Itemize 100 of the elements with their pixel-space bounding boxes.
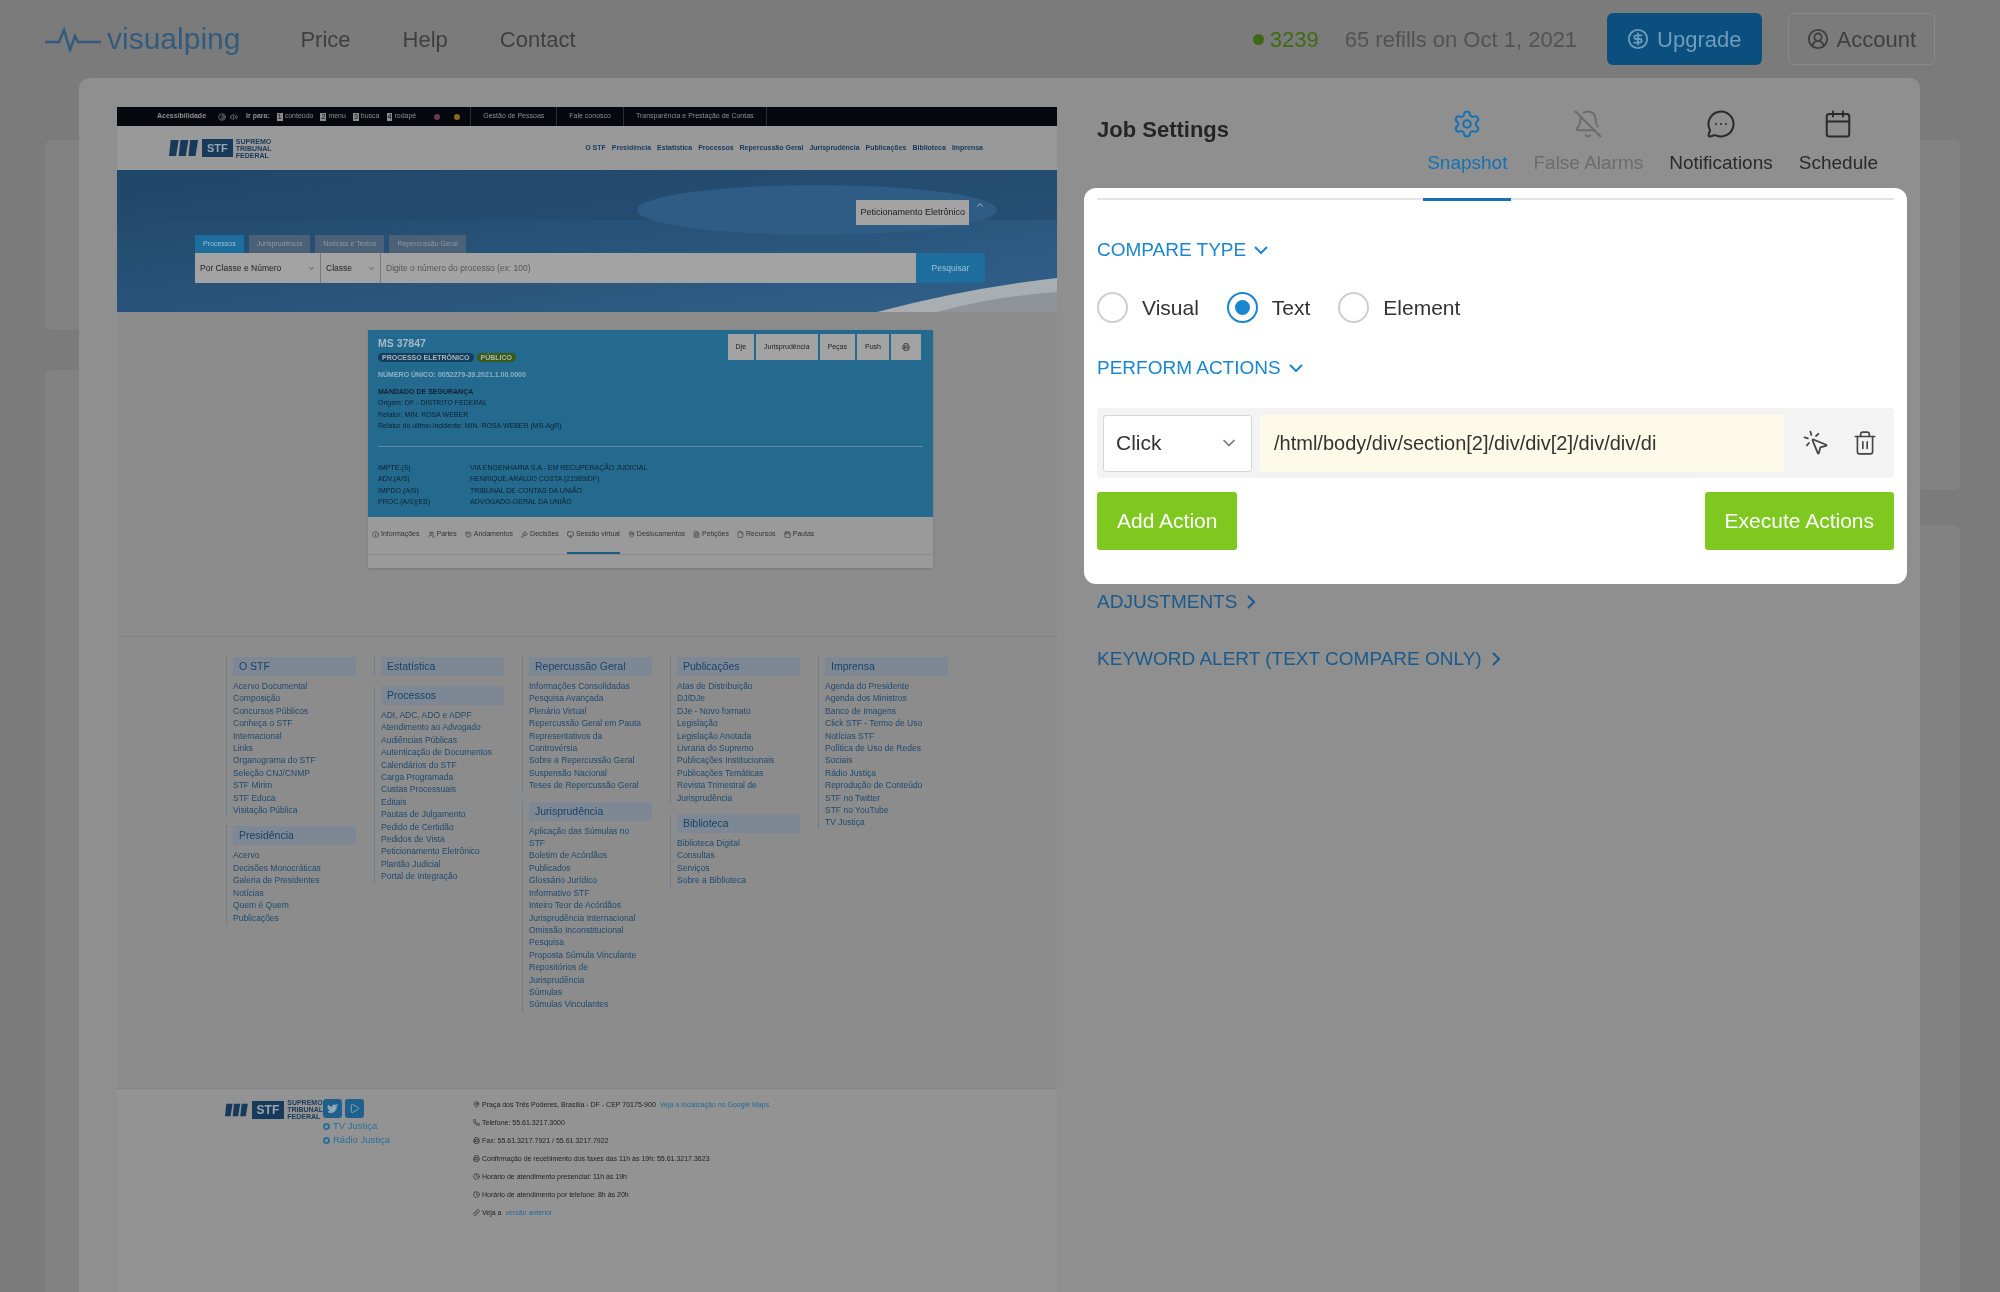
twitter-icon[interactable] bbox=[323, 1099, 342, 1118]
chevron-up-icon[interactable] bbox=[975, 200, 985, 210]
sitemap-link[interactable]: Seleção CNJ/CNMP bbox=[233, 766, 348, 780]
sitemap-link[interactable]: Organograma do STF bbox=[233, 754, 348, 767]
sitemap-link[interactable]: Carga Programada bbox=[381, 771, 496, 784]
nav-link[interactable]: Price bbox=[300, 22, 351, 56]
nav-link[interactable]: Contact bbox=[499, 22, 576, 56]
sitemap-link[interactable]: Atendimento ao Advogado bbox=[381, 721, 496, 734]
sitemap-link[interactable]: Boletim de Acórdãos Publicados bbox=[529, 849, 644, 875]
sitemap-link[interactable]: Composição bbox=[233, 692, 348, 705]
sitemap-link[interactable]: Pesquisa Avançada bbox=[529, 692, 644, 705]
section-toggle[interactable]: ADJUSTMENTS bbox=[1097, 588, 1256, 617]
nav-link[interactable]: Help bbox=[402, 22, 448, 56]
sitemap-link[interactable]: Revista Trimestral de Jurisprudência bbox=[677, 779, 792, 805]
sitemap-link[interactable]: Publicações Temáticas bbox=[677, 766, 792, 780]
sitemap-link[interactable]: Links bbox=[233, 742, 348, 755]
e-filing-button[interactable]: Peticionamento Eletrônico bbox=[856, 200, 969, 225]
sitemap-link[interactable]: STF no Twitter bbox=[825, 791, 940, 805]
section-toggle[interactable]: KEYWORD ALERT (TEXT COMPARE ONLY) bbox=[1097, 644, 1500, 673]
settings-tab[interactable]: Notifications bbox=[1665, 109, 1777, 201]
sitemap-link[interactable]: Repositórios de Jurisprudência bbox=[529, 961, 644, 986]
execute-actions-button[interactable]: Execute Actions bbox=[1704, 492, 1894, 550]
sitemap-link[interactable]: Pautas de Julgamento bbox=[381, 808, 496, 821]
sitemap-link[interactable]: Proposta Súmula Vinculante bbox=[529, 948, 644, 962]
sitemap-link[interactable]: Suspensão Nacional bbox=[529, 766, 644, 780]
sitemap-link[interactable]: Click STF - Termo de Uso bbox=[825, 717, 940, 730]
sitemap-link[interactable]: Serviços bbox=[677, 861, 792, 875]
sitemap-link[interactable]: Pedido de Certidão bbox=[381, 820, 496, 834]
class-select[interactable]: Classe bbox=[321, 253, 381, 283]
sitemap-link[interactable]: DJe - Novo formato bbox=[677, 704, 792, 718]
search-button[interactable]: Pesquisar bbox=[916, 253, 985, 283]
sitemap-link[interactable]: Concursos Públicos bbox=[233, 704, 348, 718]
action-type-select[interactable]: Click bbox=[1103, 414, 1252, 472]
sitemap-link[interactable]: Omissão Inconstitucional bbox=[529, 923, 644, 937]
delete-icon[interactable] bbox=[1852, 430, 1878, 456]
contrast-icon[interactable] bbox=[218, 112, 227, 121]
compare-type-radio[interactable]: Element bbox=[1338, 292, 1461, 324]
sitemap-link[interactable]: Galeria de Presidentes bbox=[233, 874, 348, 887]
sitemap-link[interactable]: TV Justiça bbox=[825, 816, 940, 829]
sitemap-link[interactable]: Autenticação de Documentos bbox=[381, 746, 496, 759]
add-action-button[interactable]: Add Action bbox=[1097, 492, 1238, 550]
sitemap-link[interactable]: Legislação bbox=[677, 717, 792, 730]
compare-type-radio[interactable]: Visual bbox=[1097, 292, 1199, 324]
sitemap-link[interactable]: Quem é Quem bbox=[233, 899, 348, 912]
sitemap-link[interactable]: Glossário Jurídico bbox=[529, 874, 644, 887]
sitemap-link[interactable]: Audiências Públicas bbox=[381, 733, 496, 747]
sitemap-link[interactable]: ADI, ADC, ADO e ADPF bbox=[381, 709, 496, 722]
sitemap-link[interactable]: Decisões Monocráticas bbox=[233, 861, 348, 875]
sitemap-link[interactable]: Reprodução de Conteúdo bbox=[825, 779, 940, 792]
sitemap-link[interactable]: Biblioteca Digital bbox=[677, 837, 792, 850]
sitemap-link[interactable]: Agenda do Presidente bbox=[825, 680, 940, 693]
sitemap-link[interactable]: Informativo STF bbox=[529, 886, 644, 900]
sitemap-link[interactable]: Internacional bbox=[233, 729, 348, 743]
upgrade-button[interactable]: Upgrade bbox=[1607, 13, 1762, 65]
settings-tab[interactable]: Schedule bbox=[1794, 109, 1882, 201]
media-link[interactable]: TV Justiça bbox=[333, 1120, 378, 1132]
media-link[interactable]: Rádio Justiça bbox=[333, 1134, 391, 1146]
sitemap-link[interactable]: Teses de Repercussão Geral bbox=[529, 779, 644, 792]
sitemap-link[interactable]: Repercussão Geral em Pauta bbox=[529, 717, 644, 730]
sitemap-link[interactable]: Peticionamento Eletrônico bbox=[381, 845, 496, 858]
sitemap-link[interactable]: Custas Processuais bbox=[381, 783, 496, 796]
sitemap-link[interactable]: Acervo Documental bbox=[233, 680, 348, 693]
sitemap-link[interactable]: STF no YouTube bbox=[825, 804, 940, 817]
cursor-click-icon[interactable] bbox=[1802, 429, 1830, 457]
sound-icon[interactable] bbox=[230, 112, 239, 121]
sitemap-link[interactable]: Inteiro Teor de Acórdãos bbox=[529, 899, 644, 912]
sitemap-link[interactable]: Conheça o STF bbox=[233, 717, 348, 730]
sitemap-link[interactable]: Rádio Justiça bbox=[825, 766, 940, 780]
sitemap-link[interactable]: Notícias STF bbox=[825, 729, 940, 743]
process-number-field[interactable]: Digite o número do processo (ex: 100) bbox=[381, 253, 916, 283]
play-icon[interactable] bbox=[345, 1099, 364, 1118]
print-button[interactable] bbox=[891, 334, 921, 360]
flag-icon[interactable] bbox=[454, 113, 461, 120]
sitemap-link[interactable]: Plenário Virtual bbox=[529, 704, 644, 718]
sitemap-link[interactable]: Notícias bbox=[233, 886, 348, 900]
account-button[interactable]: Account bbox=[1787, 13, 1935, 65]
sitemap-link[interactable]: Jurisprudência Internacional bbox=[529, 911, 644, 924]
sitemap-link[interactable]: Pedidos de Vista bbox=[381, 833, 496, 846]
selector-field[interactable]: /html/body/div/section[2]/div/div[2]/div/div/di bbox=[1260, 414, 1784, 472]
type-select[interactable]: Por Classe e Número bbox=[195, 253, 321, 283]
sitemap-link[interactable]: Representativos da Controvérsia bbox=[529, 729, 644, 755]
sitemap-link[interactable]: Súmulas bbox=[529, 985, 644, 999]
sitemap-link[interactable]: STF Mirim bbox=[233, 779, 348, 792]
sitemap-link[interactable]: STF Educa bbox=[233, 791, 348, 805]
sitemap-link[interactable]: Agenda dos Ministros bbox=[825, 692, 940, 705]
sitemap-link[interactable]: Publicações bbox=[233, 911, 348, 924]
sitemap-link[interactable]: Portal de Integração bbox=[381, 870, 496, 883]
compare-type-radio[interactable]: Text bbox=[1226, 292, 1311, 324]
sitemap-link[interactable]: Visitação Pública bbox=[233, 804, 348, 817]
sitemap-link[interactable]: Publicações Institucionais bbox=[677, 754, 792, 767]
sitemap-link[interactable]: Plantão Judicial bbox=[381, 857, 496, 871]
sitemap-link[interactable]: Política de Uso de Redes Sociais bbox=[825, 742, 940, 767]
flag-icon[interactable] bbox=[434, 113, 441, 120]
sitemap-link[interactable]: Aplicação das Súmulas no STF bbox=[529, 824, 644, 850]
sitemap-link[interactable]: Sobre a Repercussão Geral bbox=[529, 754, 644, 767]
sitemap-link[interactable]: Legislação Anotada bbox=[677, 729, 792, 743]
sitemap-link[interactable]: Editais bbox=[381, 795, 496, 809]
sitemap-link[interactable]: DJ/DJe bbox=[677, 692, 792, 705]
compare-type-toggle[interactable]: COMPARE TYPE bbox=[1097, 235, 1269, 264]
sitemap-link[interactable]: Sobre a Biblioteca bbox=[677, 874, 792, 887]
